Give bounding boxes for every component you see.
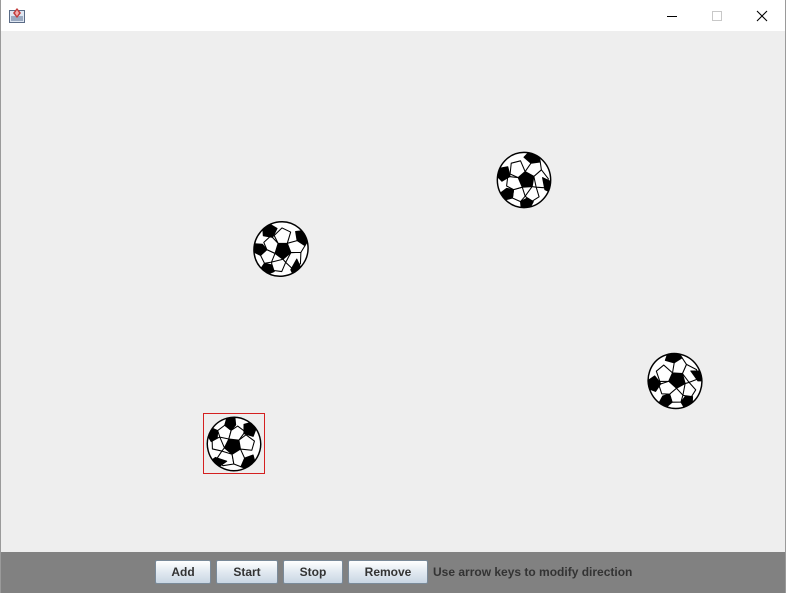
soccer-ball-icon (194, 404, 273, 483)
soccer-ball-icon[interactable] (646, 351, 704, 411)
selected-soccer-ball[interactable] (203, 413, 265, 474)
minimize-icon[interactable] (649, 0, 695, 31)
stop-button[interactable]: Stop (283, 560, 343, 584)
soccer-ball-icon[interactable] (252, 219, 310, 279)
control-panel: Add Start Stop Remove Use arrow keys to … (1, 552, 785, 593)
add-button[interactable]: Add (155, 560, 211, 584)
soccer-ball-icon[interactable] (495, 150, 553, 210)
ball-canvas[interactable] (1, 31, 785, 552)
maximize-icon[interactable] (694, 0, 740, 31)
application-window: Add Start Stop Remove Use arrow keys to … (0, 0, 786, 593)
start-button[interactable]: Start (216, 560, 278, 584)
instruction-label: Use arrow keys to modify direction (433, 565, 633, 579)
remove-button[interactable]: Remove (348, 560, 428, 584)
title-bar[interactable] (1, 0, 785, 31)
java-app-icon (9, 7, 26, 23)
close-icon[interactable] (739, 0, 785, 31)
